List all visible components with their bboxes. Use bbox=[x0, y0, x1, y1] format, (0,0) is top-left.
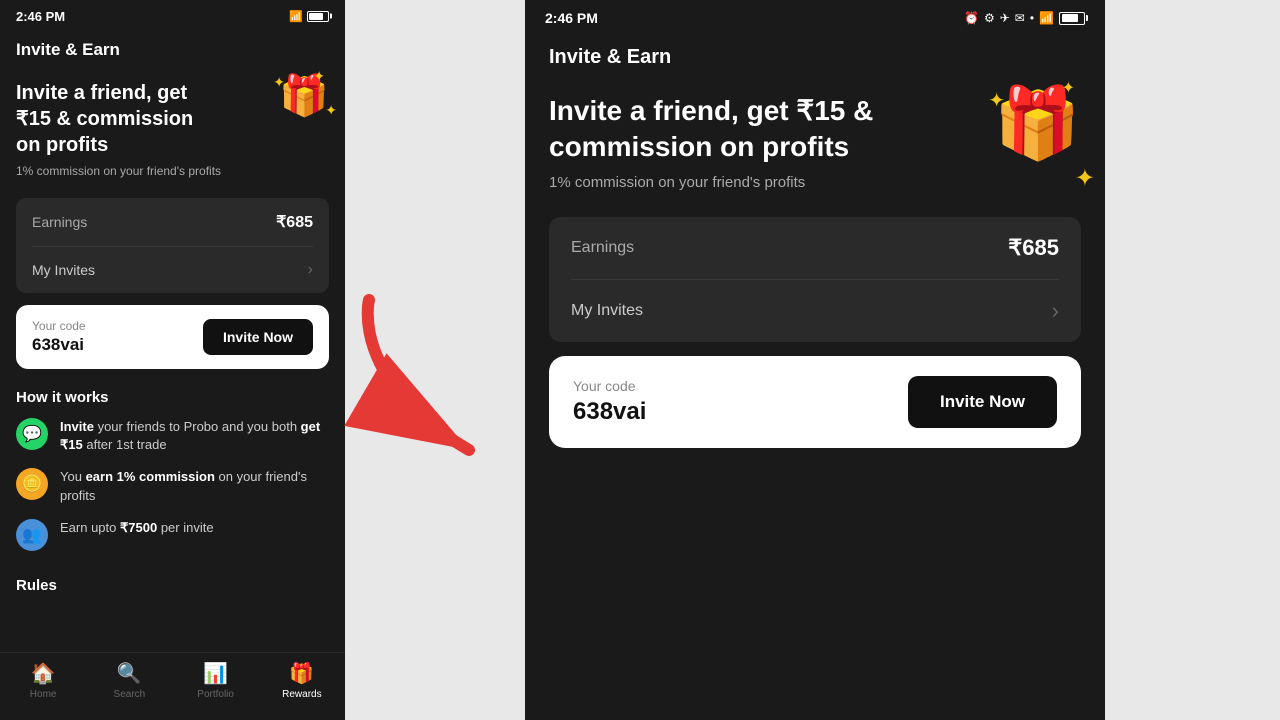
invites-label-right: My Invites bbox=[571, 302, 643, 320]
earnings-card-left: Earnings ₹685 My Invites › bbox=[16, 198, 329, 293]
sparkle-2-left: ✦ bbox=[313, 68, 325, 85]
nav-portfolio-left[interactable]: 📊 Portfolio bbox=[173, 661, 259, 700]
how-icon-coin-left: 🪙 bbox=[16, 468, 48, 500]
code-label-right: Your code bbox=[573, 378, 646, 394]
mail-icon-right: ✉ bbox=[1015, 11, 1025, 25]
chevron-right-left: › bbox=[308, 261, 313, 279]
sparkle-1-left: ✦ bbox=[273, 74, 285, 91]
dot-icon-right: • bbox=[1030, 11, 1034, 25]
hero-text-left: Invite a friend, get ₹15 & commission on… bbox=[16, 80, 216, 158]
sparkle-2-right: ✦ bbox=[1062, 78, 1075, 98]
sparkle-3-right: ✦ bbox=[1075, 164, 1095, 193]
portfolio-icon-left: 📊 bbox=[203, 661, 228, 686]
invites-row-left[interactable]: My Invites › bbox=[16, 247, 329, 293]
earnings-label-left: Earnings bbox=[32, 214, 87, 230]
status-icons-right: ⏰ ⚙ ✈ ✉ • 📶 bbox=[964, 11, 1085, 25]
home-label-left: Home bbox=[30, 689, 57, 700]
earnings-card-right: Earnings ₹685 My Invites › bbox=[549, 217, 1081, 342]
phone-right: 2:46 PM ⏰ ⚙ ✈ ✉ • 📶 Invite & Earn Invite… bbox=[525, 0, 1105, 720]
wifi-icon-right: 📶 bbox=[1039, 11, 1054, 25]
status-bar-right: 2:46 PM ⏰ ⚙ ✈ ✉ • 📶 bbox=[525, 0, 1105, 36]
code-section-left: Your code 638vai bbox=[32, 319, 86, 355]
code-value-left: 638vai bbox=[32, 335, 86, 355]
home-icon-left: 🏠 bbox=[31, 661, 56, 686]
how-item-3-left: 👥 Earn upto ₹7500 per invite bbox=[16, 519, 329, 551]
how-text-2-left: You earn 1% commission on your friend's … bbox=[60, 468, 329, 504]
hero-sub-right: 1% commission on your friend's profits bbox=[549, 174, 1081, 191]
hero-sub-left: 1% commission on your friend's profits bbox=[16, 164, 329, 178]
battery-left bbox=[307, 11, 329, 22]
invite-now-button-left[interactable]: Invite Now bbox=[203, 319, 313, 355]
hero-section-right: Invite a friend, get ₹15 & commission on… bbox=[525, 83, 1105, 203]
earnings-value-right: ₹685 bbox=[1008, 235, 1059, 261]
how-text-1-left: Invite your friends to Probo and you bot… bbox=[60, 418, 329, 454]
search-icon-left: 🔍 bbox=[117, 661, 142, 686]
how-item-1-left: 💬 Invite your friends to Probo and you b… bbox=[16, 418, 329, 454]
phone-left: 2:46 PM 📶 Invite & Earn Invite a friend,… bbox=[0, 0, 345, 720]
how-icon-people-left: 👥 bbox=[16, 519, 48, 551]
code-card-right: Your code 638vai Invite Now bbox=[549, 356, 1081, 448]
code-value-right: 638vai bbox=[573, 398, 646, 426]
code-label-left: Your code bbox=[32, 319, 86, 333]
rules-title-left: Rules bbox=[0, 573, 345, 598]
earnings-value-left: ₹685 bbox=[276, 212, 313, 232]
page-title-left: Invite & Earn bbox=[0, 32, 345, 72]
nav-rewards-left[interactable]: 🎁 Rewards bbox=[259, 661, 345, 700]
settings-icon-right: ⚙ bbox=[984, 11, 995, 25]
invites-label-left: My Invites bbox=[32, 262, 95, 278]
status-bar-left: 2:46 PM 📶 bbox=[0, 0, 345, 32]
battery-right bbox=[1059, 12, 1085, 25]
status-icons-left: 📶 bbox=[289, 10, 329, 23]
time-left: 2:46 PM bbox=[16, 9, 65, 24]
hero-text-right: Invite a friend, get ₹15 & commission on… bbox=[549, 93, 1029, 166]
arrow-container bbox=[345, 0, 525, 720]
earnings-row-right: Earnings ₹685 bbox=[549, 217, 1081, 279]
page-title-right: Invite & Earn bbox=[525, 36, 1105, 83]
rewards-icon-left: 🎁 bbox=[289, 661, 314, 686]
how-item-2-left: 🪙 You earn 1% commission on your friend'… bbox=[16, 468, 329, 504]
time-right: 2:46 PM bbox=[545, 10, 598, 26]
how-it-works-left: How it works 💬 Invite your friends to Pr… bbox=[0, 381, 345, 573]
how-icon-whatsapp-left: 💬 bbox=[16, 418, 48, 450]
bottom-nav-left: 🏠 Home 🔍 Search 📊 Portfolio 🎁 Rewards bbox=[0, 652, 345, 720]
nav-home-left[interactable]: 🏠 Home bbox=[0, 661, 86, 700]
alarm-icon-right: ⏰ bbox=[964, 11, 979, 25]
code-section-right: Your code 638vai bbox=[573, 378, 646, 426]
invite-now-button-right[interactable]: Invite Now bbox=[908, 376, 1057, 428]
sparkle-1-right: ✦ bbox=[988, 88, 1005, 113]
send-icon-right: ✈ bbox=[1000, 11, 1010, 25]
chevron-right-right: › bbox=[1052, 298, 1059, 324]
earnings-row-left: Earnings ₹685 bbox=[16, 198, 329, 246]
wifi-icon-left: 📶 bbox=[289, 10, 303, 23]
invites-row-right[interactable]: My Invites › bbox=[549, 280, 1081, 342]
sparkle-3-left: ✦ bbox=[325, 102, 337, 119]
rewards-label-left: Rewards bbox=[282, 689, 321, 700]
how-text-3-left: Earn upto ₹7500 per invite bbox=[60, 519, 214, 537]
red-arrow bbox=[339, 280, 499, 480]
search-label-left: Search bbox=[114, 689, 146, 700]
hero-section-left: Invite a friend, get ₹15 & commission on… bbox=[0, 72, 345, 186]
earnings-label-right: Earnings bbox=[571, 239, 634, 257]
portfolio-label-left: Portfolio bbox=[197, 689, 234, 700]
nav-search-left[interactable]: 🔍 Search bbox=[86, 661, 172, 700]
how-title-left: How it works bbox=[16, 389, 329, 406]
code-card-left: Your code 638vai Invite Now bbox=[16, 305, 329, 369]
background-right bbox=[1105, 0, 1280, 720]
